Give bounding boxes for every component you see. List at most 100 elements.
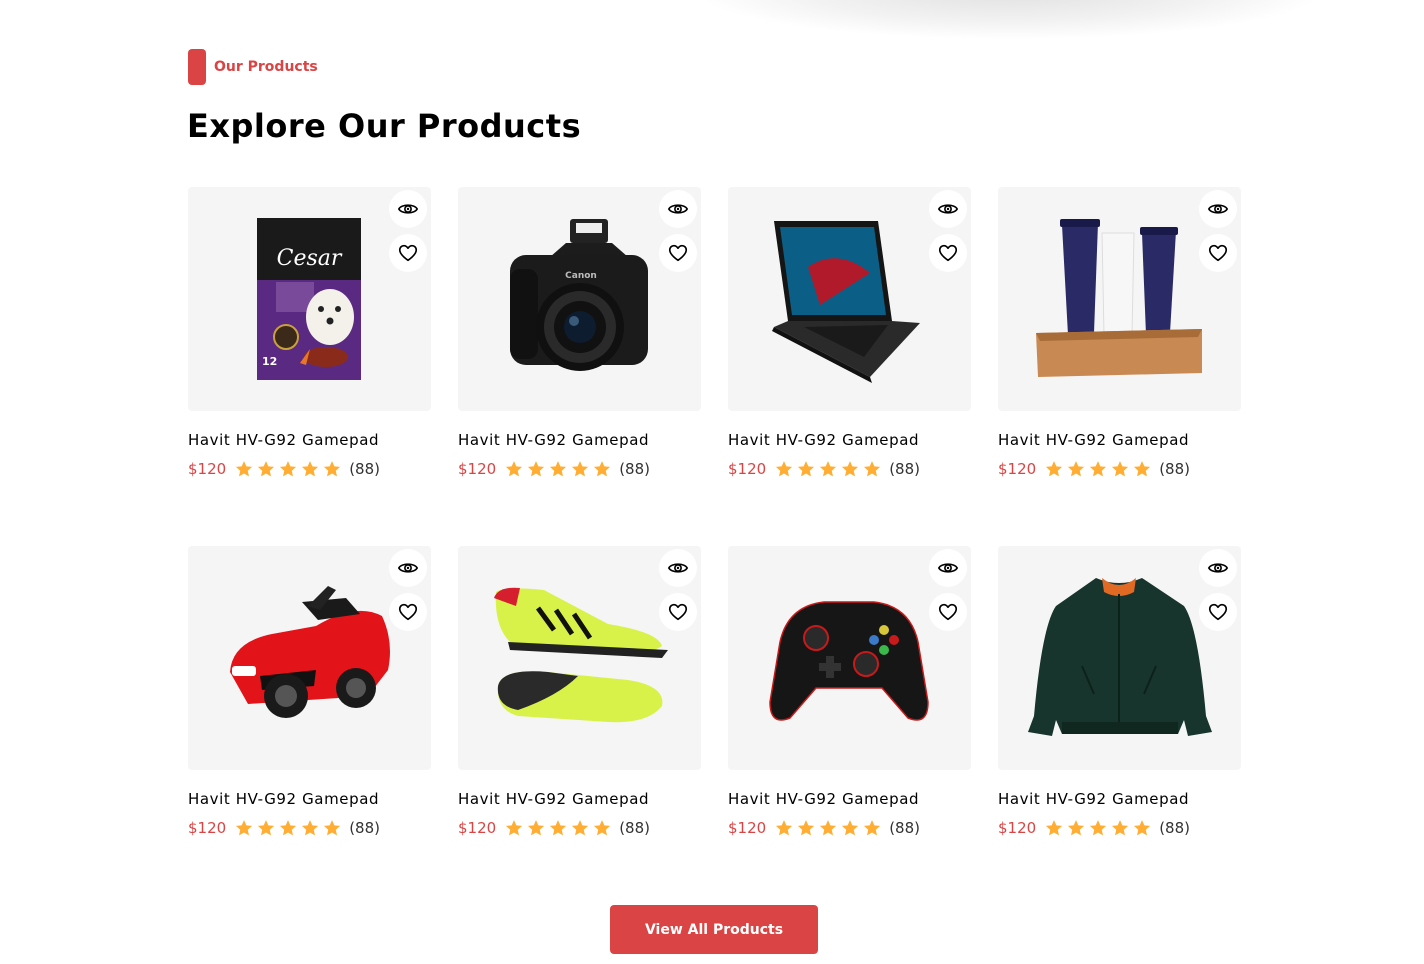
product-price: $120: [728, 460, 767, 478]
star-icon: [1068, 461, 1085, 477]
wishlist-button[interactable]: [1199, 234, 1237, 272]
product-meta: $120 (88): [728, 459, 920, 479]
star-icon: [1134, 461, 1151, 477]
product-image-area[interactable]: [458, 546, 701, 770]
product-name[interactable]: Havit HV-G92 Gamepad: [188, 431, 379, 449]
star-icon: [506, 820, 523, 836]
svg-text:Cesar: Cesar: [277, 246, 343, 271]
quick-view-button[interactable]: [389, 190, 427, 228]
quick-view-button[interactable]: [389, 549, 427, 587]
star-icon: [324, 461, 341, 477]
star-icon: [572, 820, 589, 836]
star-icon: [776, 820, 793, 836]
product-card[interactable]: Havit HV-G92 Gamepad $120 (88): [188, 546, 431, 837]
star-rating: [234, 818, 342, 838]
star-icon: [864, 461, 881, 477]
star-icon: [258, 820, 275, 836]
star-icon: [864, 820, 881, 836]
star-rating: [504, 459, 612, 479]
product-name[interactable]: Havit HV-G92 Gamepad: [728, 431, 919, 449]
review-count: (88): [889, 819, 920, 837]
quick-view-button[interactable]: [929, 190, 967, 228]
product-name[interactable]: Havit HV-G92 Gamepad: [728, 790, 919, 808]
star-icon: [820, 820, 837, 836]
product-price: $120: [458, 819, 497, 837]
review-count: (88): [889, 460, 920, 478]
wishlist-button[interactable]: [389, 593, 427, 631]
star-rating: [1044, 459, 1152, 479]
product-name[interactable]: Havit HV-G92 Gamepad: [458, 790, 649, 808]
eye-icon: [937, 204, 959, 214]
star-icon: [1046, 820, 1063, 836]
view-all-products-button[interactable]: View All Products: [610, 905, 818, 954]
product-image-area[interactable]: Cesar 12: [188, 187, 431, 411]
svg-text:Canon: Canon: [565, 271, 597, 281]
star-rating: [774, 459, 882, 479]
star-icon: [258, 461, 275, 477]
eye-icon: [397, 563, 419, 573]
eye-icon: [667, 204, 689, 214]
eye-icon: [667, 563, 689, 573]
heart-icon: [398, 603, 418, 621]
product-card[interactable]: Canon Havit HV-G92 Gamepad $120 (88): [458, 187, 701, 478]
product-card[interactable]: Havit HV-G92 Gamepad $120 (88): [728, 546, 971, 837]
wishlist-button[interactable]: [389, 234, 427, 272]
star-icon: [776, 461, 793, 477]
wishlist-button[interactable]: [929, 593, 967, 631]
product-image-area[interactable]: [998, 187, 1241, 411]
wishlist-button[interactable]: [929, 234, 967, 272]
eye-icon: [937, 563, 959, 573]
eye-icon: [1207, 563, 1229, 573]
product-card[interactable]: Havit HV-G92 Gamepad $120 (88): [458, 546, 701, 837]
quick-view-button[interactable]: [659, 549, 697, 587]
product-name[interactable]: Havit HV-G92 Gamepad: [188, 790, 379, 808]
product-image-area[interactable]: [188, 546, 431, 770]
review-count: (88): [349, 819, 380, 837]
quick-view-button[interactable]: [929, 549, 967, 587]
star-icon: [550, 820, 567, 836]
review-count: (88): [1159, 819, 1190, 837]
quick-view-button[interactable]: [1199, 549, 1237, 587]
star-icon: [1090, 461, 1107, 477]
star-icon: [1090, 820, 1107, 836]
product-price: $120: [998, 460, 1037, 478]
product-name[interactable]: Havit HV-G92 Gamepad: [998, 431, 1189, 449]
star-icon: [1112, 820, 1129, 836]
star-icon: [842, 461, 859, 477]
product-card[interactable]: Havit HV-G92 Gamepad $120 (88): [728, 187, 971, 478]
product-card[interactable]: Cesar 12 Havit HV-G92 Gamepad $120 (88): [188, 187, 431, 478]
wishlist-button[interactable]: [659, 234, 697, 272]
eye-icon: [397, 204, 419, 214]
star-icon: [820, 461, 837, 477]
product-card[interactable]: Havit HV-G92 Gamepad $120 (88): [998, 187, 1241, 478]
star-icon: [1112, 461, 1129, 477]
product-image-area[interactable]: [998, 546, 1241, 770]
review-count: (88): [349, 460, 380, 478]
product-name[interactable]: Havit HV-G92 Gamepad: [458, 431, 649, 449]
section-tag: Our Products: [188, 49, 318, 85]
product-meta: $120 (88): [458, 818, 650, 838]
star-icon: [236, 820, 253, 836]
wishlist-button[interactable]: [1199, 593, 1237, 631]
quick-view-button[interactable]: [659, 190, 697, 228]
product-image-area[interactable]: Canon: [458, 187, 701, 411]
product-image-area[interactable]: [728, 546, 971, 770]
product-card[interactable]: Havit HV-G92 Gamepad $120 (88): [998, 546, 1241, 837]
review-count: (88): [1159, 460, 1190, 478]
wishlist-button[interactable]: [659, 593, 697, 631]
star-icon: [236, 461, 253, 477]
heart-icon: [938, 244, 958, 262]
product-image-area[interactable]: [728, 187, 971, 411]
heart-icon: [1208, 244, 1228, 262]
product-name[interactable]: Havit HV-G92 Gamepad: [998, 790, 1189, 808]
quick-view-button[interactable]: [1199, 190, 1237, 228]
product-price: $120: [188, 819, 227, 837]
star-icon: [842, 820, 859, 836]
star-icon: [1068, 820, 1085, 836]
heart-icon: [1208, 603, 1228, 621]
star-rating: [774, 818, 882, 838]
star-icon: [528, 461, 545, 477]
heart-icon: [668, 244, 688, 262]
product-meta: $120 (88): [728, 818, 920, 838]
star-icon: [302, 461, 319, 477]
